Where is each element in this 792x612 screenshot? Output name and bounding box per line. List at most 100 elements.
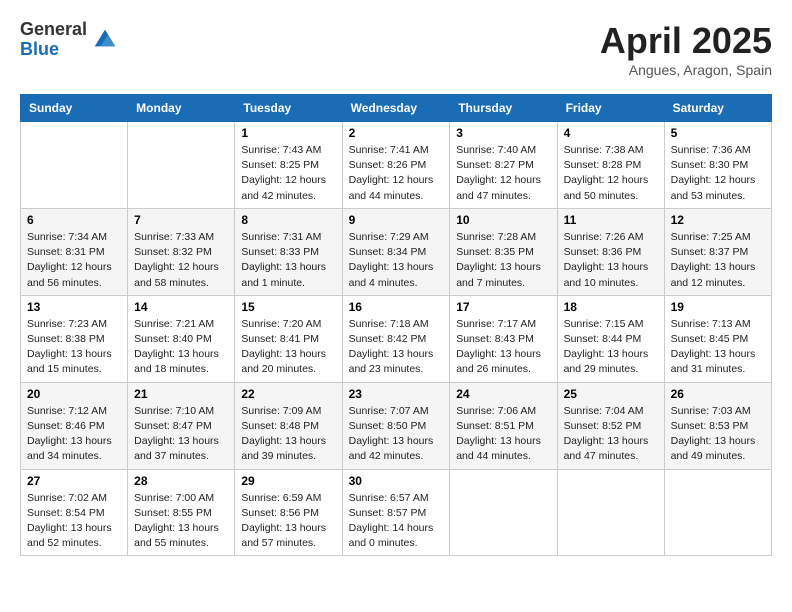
calendar-cell: 17 Sunrise: 7:17 AM Sunset: 8:43 PM Dayli… — [450, 295, 557, 382]
day-of-week-header: Monday — [128, 95, 235, 122]
calendar-cell: 11Sunrise: 7:26 AM Sunset: 8:36 PM Dayli… — [557, 208, 664, 295]
calendar-cell: 24 Sunrise: 7:06 AM Sunset: 8:51 PM Dayli… — [450, 382, 557, 469]
calendar-cell: 19 Sunrise: 7:13 AM Sunset: 8:45 PM Dayli… — [664, 295, 771, 382]
calendar-cell: 28 Sunrise: 7:00 AM Sunset: 8:55 PM Dayli… — [128, 469, 235, 556]
calendar-cell: 16 Sunrise: 7:18 AM Sunset: 8:42 PM Dayli… — [342, 295, 450, 382]
day-info: Sunrise: 7:07 AM Sunset: 8:50 PM Dayligh… — [349, 404, 444, 465]
calendar-cell: 22Sunrise: 7:09 AM Sunset: 8:48 PM Dayli… — [235, 382, 342, 469]
day-number: 20 — [27, 387, 121, 401]
day-of-week-header: Tuesday — [235, 95, 342, 122]
calendar-cell: 27 Sunrise: 7:02 AM Sunset: 8:54 PM Dayli… — [21, 469, 128, 556]
month-title: April 2025 — [600, 20, 772, 62]
calendar-cell: 29 Sunrise: 6:59 AM Sunset: 8:56 PM Dayli… — [235, 469, 342, 556]
calendar-cell: 14 Sunrise: 7:21 AM Sunset: 8:40 PM Dayli… — [128, 295, 235, 382]
day-info: Sunrise: 7:13 AM Sunset: 8:45 PM Dayligh… — [671, 317, 765, 378]
calendar-week-row: 27 Sunrise: 7:02 AM Sunset: 8:54 PM Dayli… — [21, 469, 772, 556]
calendar-cell: 18Sunrise: 7:15 AM Sunset: 8:44 PM Dayli… — [557, 295, 664, 382]
calendar-week-row: 20 Sunrise: 7:12 AM Sunset: 8:46 PM Dayli… — [21, 382, 772, 469]
day-info: Sunrise: 7:03 AM Sunset: 8:53 PM Dayligh… — [671, 404, 765, 465]
day-info: Sunrise: 7:31 AM Sunset: 8:33 PM Dayligh… — [241, 230, 335, 291]
calendar-cell: 3 Sunrise: 7:40 AM Sunset: 8:27 PM Daylig… — [450, 122, 557, 209]
day-number: 3 — [456, 126, 550, 140]
day-info: Sunrise: 7:10 AM Sunset: 8:47 PM Dayligh… — [134, 404, 228, 465]
day-number: 25 — [564, 387, 658, 401]
day-number: 28 — [134, 474, 228, 488]
day-info: Sunrise: 7:00 AM Sunset: 8:55 PM Dayligh… — [134, 491, 228, 552]
day-number: 26 — [671, 387, 765, 401]
day-number: 6 — [27, 213, 121, 227]
day-info: Sunrise: 7:21 AM Sunset: 8:40 PM Dayligh… — [134, 317, 228, 378]
day-number: 24 — [456, 387, 550, 401]
day-number: 15 — [241, 300, 335, 314]
day-number: 13 — [27, 300, 121, 314]
day-info: Sunrise: 6:57 AM Sunset: 8:57 PM Dayligh… — [349, 491, 444, 552]
calendar-cell — [450, 469, 557, 556]
day-number: 22 — [241, 387, 335, 401]
calendar-cell: 20 Sunrise: 7:12 AM Sunset: 8:46 PM Dayli… — [21, 382, 128, 469]
day-info: Sunrise: 7:41 AM Sunset: 8:26 PM Dayligh… — [349, 143, 444, 204]
day-number: 2 — [349, 126, 444, 140]
logo-general-text: General — [20, 20, 87, 40]
calendar-cell: 6 Sunrise: 7:34 AM Sunset: 8:31 PM Daylig… — [21, 208, 128, 295]
day-info: Sunrise: 7:33 AM Sunset: 8:32 PM Dayligh… — [134, 230, 228, 291]
logo: General Blue — [20, 20, 119, 60]
day-info: Sunrise: 7:43 AM Sunset: 8:25 PM Dayligh… — [241, 143, 335, 204]
day-number: 4 — [564, 126, 658, 140]
logo-icon — [91, 24, 119, 52]
calendar-cell: 12Sunrise: 7:25 AM Sunset: 8:37 PM Dayli… — [664, 208, 771, 295]
calendar-cell: 13 Sunrise: 7:23 AM Sunset: 8:38 PM Dayli… — [21, 295, 128, 382]
day-number: 9 — [349, 213, 444, 227]
calendar-cell: 21 Sunrise: 7:10 AM Sunset: 8:47 PM Dayli… — [128, 382, 235, 469]
day-info: Sunrise: 7:28 AM Sunset: 8:35 PM Dayligh… — [456, 230, 550, 291]
calendar-cell: 10 Sunrise: 7:28 AM Sunset: 8:35 PM Dayli… — [450, 208, 557, 295]
day-number: 17 — [456, 300, 550, 314]
calendar-week-row: 13 Sunrise: 7:23 AM Sunset: 8:38 PM Dayli… — [21, 295, 772, 382]
calendar-cell: 30Sunrise: 6:57 AM Sunset: 8:57 PM Dayli… — [342, 469, 450, 556]
page-header: General Blue April 2025 Angues, Aragon, … — [20, 20, 772, 78]
day-info: Sunrise: 7:18 AM Sunset: 8:42 PM Dayligh… — [349, 317, 444, 378]
day-number: 23 — [349, 387, 444, 401]
calendar-cell: 23 Sunrise: 7:07 AM Sunset: 8:50 PM Dayli… — [342, 382, 450, 469]
calendar-cell: 2 Sunrise: 7:41 AM Sunset: 8:26 PM Daylig… — [342, 122, 450, 209]
calendar-cell — [664, 469, 771, 556]
logo-blue-text: Blue — [20, 40, 87, 60]
day-info: Sunrise: 7:25 AM Sunset: 8:37 PM Dayligh… — [671, 230, 765, 291]
calendar-header-row: SundayMondayTuesdayWednesdayThursdayFrid… — [21, 95, 772, 122]
day-number: 27 — [27, 474, 121, 488]
calendar-week-row: 6 Sunrise: 7:34 AM Sunset: 8:31 PM Daylig… — [21, 208, 772, 295]
calendar-cell: 1 Sunrise: 7:43 AM Sunset: 8:25 PM Daylig… — [235, 122, 342, 209]
day-number: 1 — [241, 126, 335, 140]
day-number: 11 — [564, 213, 658, 227]
day-info: Sunrise: 7:12 AM Sunset: 8:46 PM Dayligh… — [27, 404, 121, 465]
day-number: 16 — [349, 300, 444, 314]
day-info: Sunrise: 7:04 AM Sunset: 8:52 PM Dayligh… — [564, 404, 658, 465]
title-block: April 2025 Angues, Aragon, Spain — [600, 20, 772, 78]
day-info: Sunrise: 7:34 AM Sunset: 8:31 PM Dayligh… — [27, 230, 121, 291]
day-info: Sunrise: 7:40 AM Sunset: 8:27 PM Dayligh… — [456, 143, 550, 204]
day-number: 21 — [134, 387, 228, 401]
calendar-cell — [128, 122, 235, 209]
calendar-cell — [21, 122, 128, 209]
day-of-week-header: Sunday — [21, 95, 128, 122]
calendar-cell: 9Sunrise: 7:29 AM Sunset: 8:34 PM Daylig… — [342, 208, 450, 295]
calendar-cell: 8 Sunrise: 7:31 AM Sunset: 8:33 PM Daylig… — [235, 208, 342, 295]
day-info: Sunrise: 6:59 AM Sunset: 8:56 PM Dayligh… — [241, 491, 335, 552]
day-info: Sunrise: 7:20 AM Sunset: 8:41 PM Dayligh… — [241, 317, 335, 378]
day-info: Sunrise: 7:38 AM Sunset: 8:28 PM Dayligh… — [564, 143, 658, 204]
calendar-cell: 5 Sunrise: 7:36 AM Sunset: 8:30 PM Daylig… — [664, 122, 771, 209]
day-number: 14 — [134, 300, 228, 314]
day-info: Sunrise: 7:36 AM Sunset: 8:30 PM Dayligh… — [671, 143, 765, 204]
day-number: 5 — [671, 126, 765, 140]
day-info: Sunrise: 7:23 AM Sunset: 8:38 PM Dayligh… — [27, 317, 121, 378]
day-number: 8 — [241, 213, 335, 227]
day-info: Sunrise: 7:02 AM Sunset: 8:54 PM Dayligh… — [27, 491, 121, 552]
day-number: 10 — [456, 213, 550, 227]
day-number: 29 — [241, 474, 335, 488]
day-info: Sunrise: 7:15 AM Sunset: 8:44 PM Dayligh… — [564, 317, 658, 378]
day-info: Sunrise: 7:06 AM Sunset: 8:51 PM Dayligh… — [456, 404, 550, 465]
calendar-cell: 15 Sunrise: 7:20 AM Sunset: 8:41 PM Dayli… — [235, 295, 342, 382]
day-info: Sunrise: 7:17 AM Sunset: 8:43 PM Dayligh… — [456, 317, 550, 378]
day-number: 19 — [671, 300, 765, 314]
calendar-week-row: 1 Sunrise: 7:43 AM Sunset: 8:25 PM Daylig… — [21, 122, 772, 209]
day-of-week-header: Wednesday — [342, 95, 450, 122]
